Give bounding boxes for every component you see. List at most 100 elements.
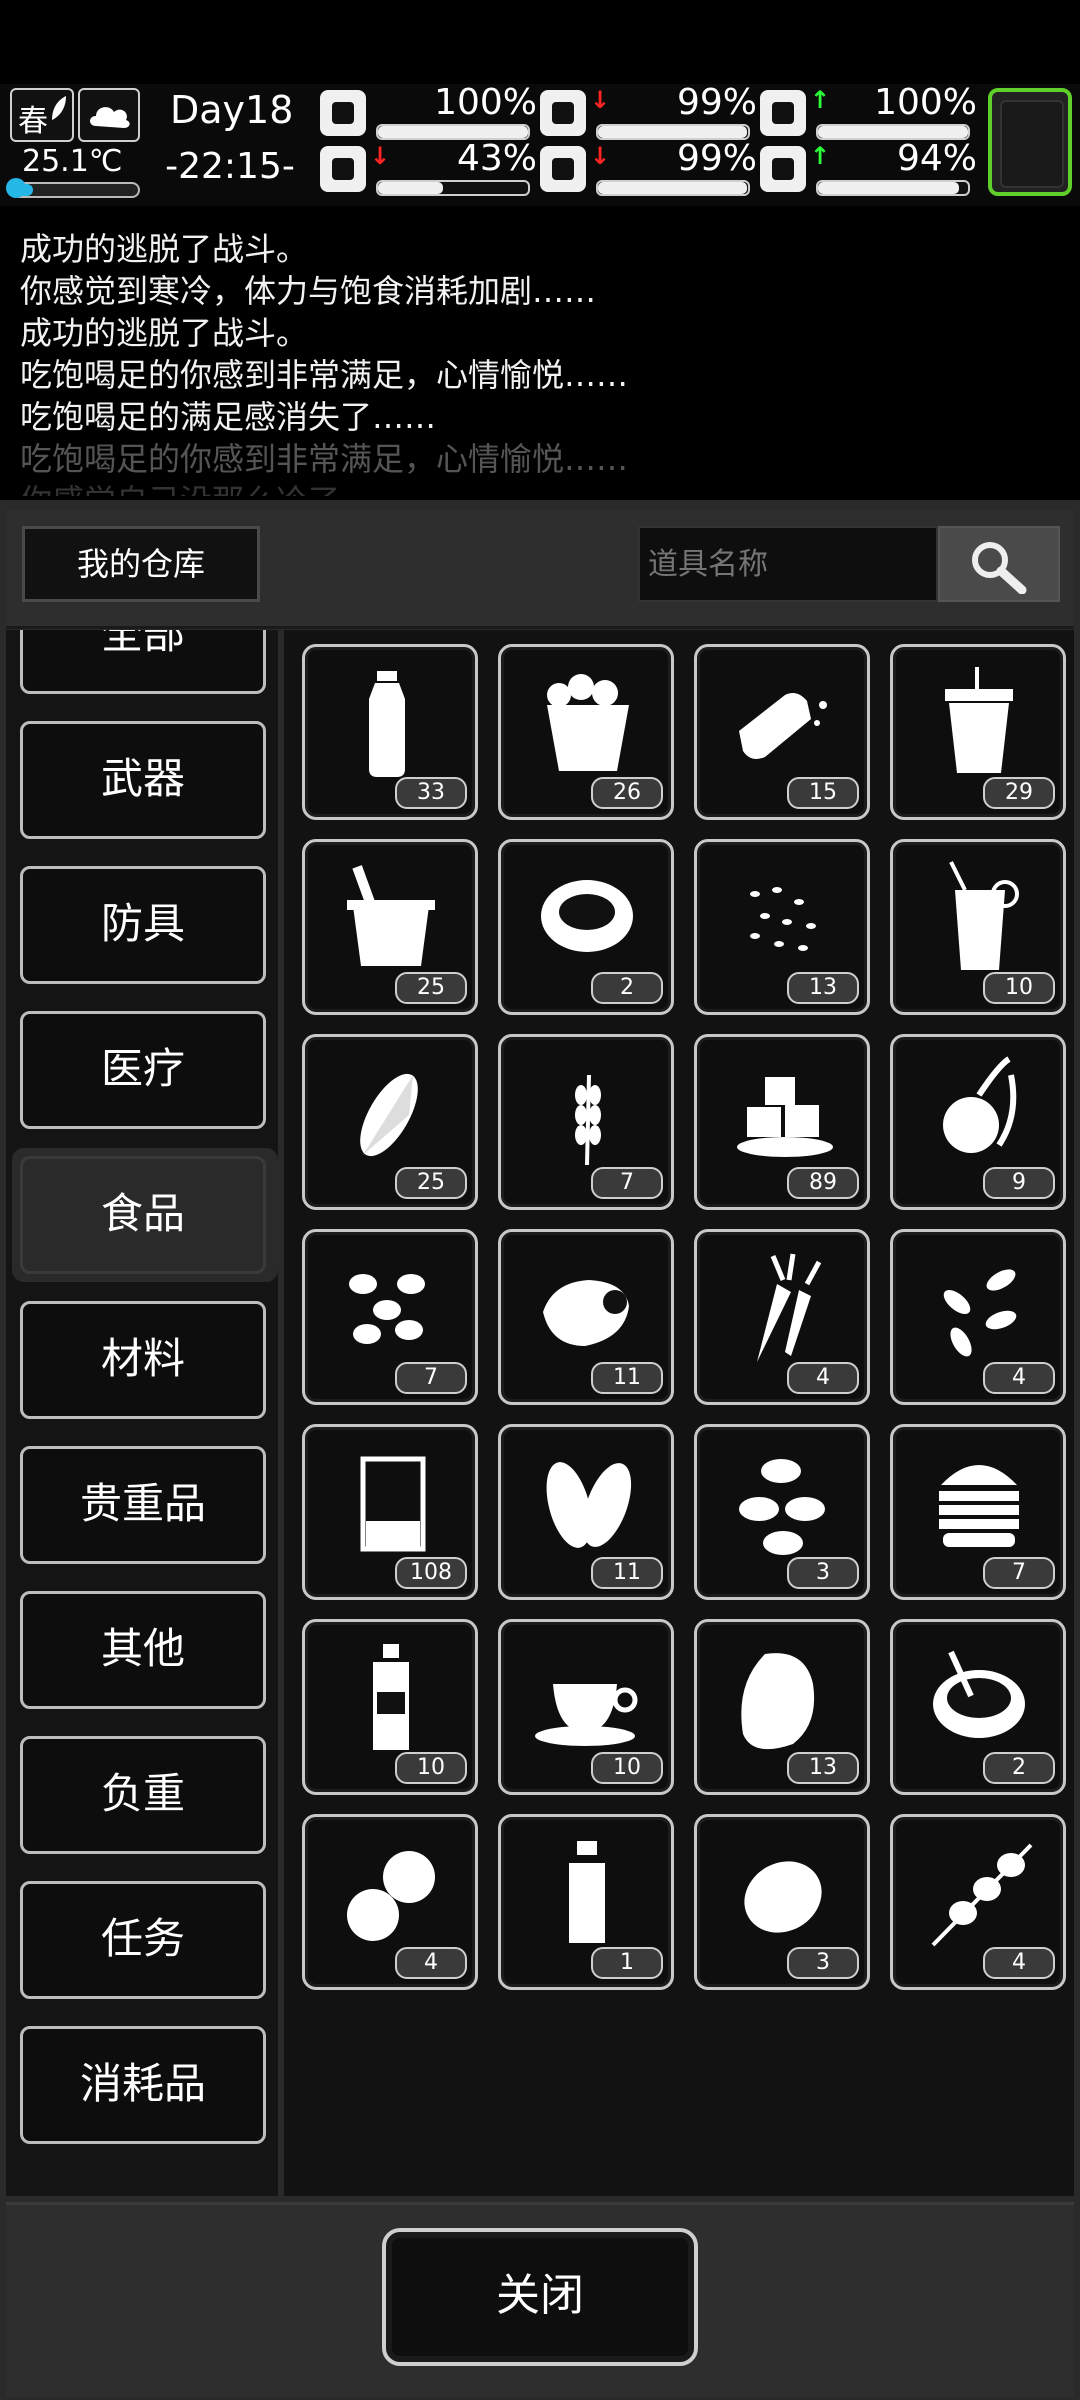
meat-chunk-icon — [543, 1280, 629, 1346]
item-slot[interactable]: 4 — [890, 1814, 1066, 1990]
stat-value: 99% — [676, 138, 757, 179]
item-slot[interactable]: 11 — [498, 1424, 674, 1600]
beans-icon — [349, 1274, 425, 1344]
item-slot[interactable]: 7 — [498, 1034, 674, 1210]
item-slot[interactable]: 4 — [694, 1229, 870, 1405]
season-indicator: 春 — [10, 88, 74, 142]
water-drop-icon — [540, 146, 586, 192]
leaves-icon — [546, 1462, 632, 1548]
item-slot[interactable]: 25 — [302, 839, 478, 1015]
item-count: 4 — [395, 1947, 467, 1979]
category-tab[interactable]: 医疗 — [20, 1011, 266, 1129]
item-count: 26 — [591, 777, 663, 809]
beaker-icon — [360, 1456, 426, 1552]
category-tab[interactable]: 任务 — [20, 1881, 266, 1999]
item-slot[interactable]: 10 — [498, 1619, 674, 1795]
item-count: 3 — [787, 1947, 859, 1979]
stat-value: 94% — [896, 138, 977, 179]
item-slot[interactable]: 4 — [890, 1229, 1066, 1405]
item-slot[interactable]: 4 — [302, 1814, 478, 1990]
season-label: 春 — [18, 104, 48, 139]
coffee-cup-icon — [535, 1684, 638, 1746]
item-count: 7 — [591, 1167, 663, 1199]
item-slot[interactable]: 89 — [694, 1034, 870, 1210]
potatoes-icon — [347, 1851, 435, 1941]
item-count: 3 — [787, 1557, 859, 1589]
category-tab[interactable]: 材料 — [20, 1301, 266, 1419]
item-slot[interactable]: 13 — [694, 1619, 870, 1795]
cloud-icon — [90, 107, 130, 128]
medkit-icon — [320, 90, 366, 136]
item-slot[interactable]: 15 — [694, 644, 870, 820]
item-count: 108 — [395, 1557, 467, 1589]
item-search-input[interactable] — [638, 526, 938, 602]
category-tab[interactable]: 食品 — [20, 1156, 266, 1274]
wheat-icon — [575, 1074, 601, 1166]
log-line: 成功的逃脱了战斗。 — [20, 314, 309, 352]
category-tab[interactable]: 贵重品 — [20, 1446, 266, 1564]
item-slot[interactable]: 10 — [302, 1619, 478, 1795]
heart-hand-icon — [760, 146, 806, 192]
item-count: 2 — [591, 972, 663, 1004]
log-line: 你感觉到寒冷，体力与饱食消耗加剧…… — [20, 272, 597, 310]
item-slot[interactable]: 33 — [302, 644, 478, 820]
item-count: 33 — [395, 777, 467, 809]
item-slot[interactable]: 13 — [694, 839, 870, 1015]
item-count: 4 — [983, 1362, 1055, 1394]
popcorn-icon — [547, 674, 629, 771]
item-slot[interactable]: 10 — [890, 839, 1066, 1015]
pumpkin-seeds-icon — [943, 1269, 1017, 1357]
item-slot[interactable]: 108 — [302, 1424, 478, 1600]
close-button[interactable]: 关闭 — [382, 2228, 698, 2366]
category-tab[interactable]: 消耗品 — [20, 2026, 266, 2144]
category-tab[interactable]: 防具 — [20, 866, 266, 984]
search-button[interactable] — [938, 526, 1060, 602]
item-slot[interactable]: 2 — [498, 839, 674, 1015]
item-slot[interactable]: 29 — [890, 644, 1066, 820]
item-slot[interactable]: 7 — [890, 1424, 1066, 1600]
burger-icon — [939, 1465, 1019, 1547]
category-sidebar: 全部武器防具医疗食品材料贵重品其他负重任务消耗品 — [6, 630, 278, 2196]
weather-indicator — [78, 88, 140, 142]
item-count: 89 — [787, 1167, 859, 1199]
item-slot[interactable]: 9 — [890, 1034, 1066, 1210]
temperature-readout: 25.1℃ — [22, 144, 123, 179]
category-tab[interactable]: 其他 — [20, 1591, 266, 1709]
item-slot[interactable]: 25 — [302, 1034, 478, 1210]
item-count: 29 — [983, 777, 1055, 809]
status-button-inner — [1000, 100, 1064, 188]
warehouse-title: 我的仓库 — [22, 526, 260, 602]
stat-bar-fill — [818, 182, 959, 194]
sugar-cubes-icon — [737, 1077, 833, 1157]
vegetable-icon — [943, 1056, 1017, 1153]
item-count: 10 — [983, 972, 1055, 1004]
message-log: 成功的逃脱了战斗。 你感觉到寒冷，体力与饱食消耗加剧…… 成功的逃脱了战斗。 吃… — [0, 214, 1080, 496]
item-count: 10 — [395, 1752, 467, 1784]
item-slot[interactable]: 26 — [498, 644, 674, 820]
category-tab[interactable]: 负重 — [20, 1736, 266, 1854]
sauce-bottle-icon — [373, 1644, 409, 1750]
corn-icon — [360, 1073, 418, 1157]
item-slot[interactable]: 2 — [890, 1619, 1066, 1795]
item-slot[interactable]: 3 — [694, 1814, 870, 1990]
item-count: 7 — [983, 1557, 1055, 1589]
mood-icon — [760, 90, 806, 136]
item-count: 7 — [395, 1362, 467, 1394]
item-slot[interactable]: 3 — [694, 1424, 870, 1600]
category-tab[interactable]: 武器 — [20, 721, 266, 839]
character-status-button[interactable] — [988, 88, 1072, 196]
item-slot[interactable]: 7 — [302, 1229, 478, 1405]
stomach-icon — [540, 90, 586, 136]
item-slot[interactable]: 1 — [498, 1814, 674, 1990]
water-bottle-icon — [369, 671, 405, 777]
clock-time: -22:15- — [165, 146, 295, 187]
item-slot[interactable]: 11 — [498, 1229, 674, 1405]
category-tab[interactable]: 全部 — [20, 630, 266, 694]
item-grid: 33 26 15 29 25 2 13 10 25 7 89 9 7 11 4 4 108 11 3 7 10 10 13 2… — [284, 630, 1074, 2196]
stew-bowl-icon — [933, 1650, 1025, 1738]
item-count: 25 — [395, 1167, 467, 1199]
steak-icon — [741, 1653, 815, 1750]
item-count: 9 — [983, 1167, 1055, 1199]
log-line: 吃饱喝足的你感到非常满足，心情愉悦…… — [20, 356, 629, 394]
item-count: 2 — [983, 1752, 1055, 1784]
